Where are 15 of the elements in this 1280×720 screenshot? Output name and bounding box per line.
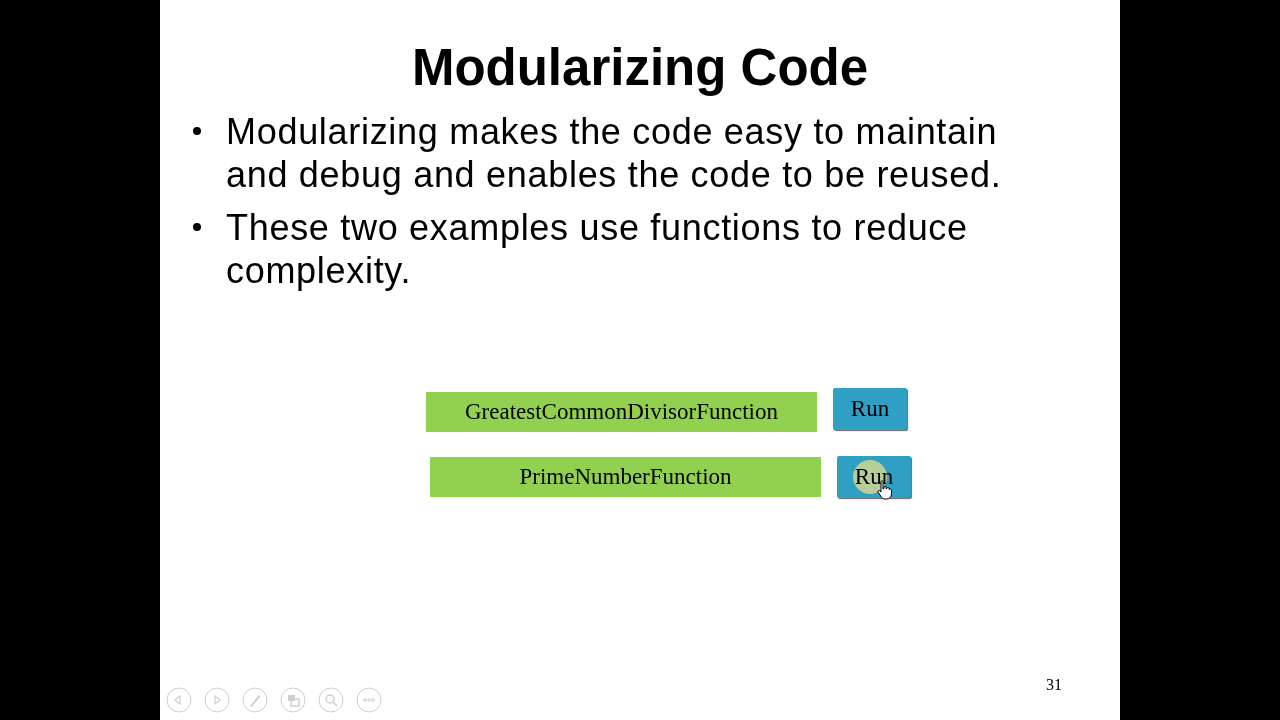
bullet-icon: [193, 127, 201, 135]
bullet-text: These two examples use functions to reduce complexity.: [226, 206, 969, 292]
bullet-text: Modularizing makes the code easy to maintain and debug and enables the code to be reused.: [226, 110, 1003, 196]
slides-icon[interactable]: [280, 687, 306, 713]
function-label: GreatestCommonDivisorFunction: [426, 392, 817, 432]
previous-icon[interactable]: [166, 687, 192, 713]
slide-title: Modularizing Code: [410, 38, 870, 98]
more-icon[interactable]: [356, 687, 382, 713]
run-button[interactable]: Run: [833, 388, 907, 430]
next-icon[interactable]: [204, 687, 230, 713]
function-label: PrimeNumberFunction: [430, 457, 821, 497]
pen-icon[interactable]: [242, 687, 268, 713]
slide-number: 31: [1046, 676, 1062, 694]
bullet-icon: [193, 223, 201, 231]
zoom-icon[interactable]: [318, 687, 344, 713]
